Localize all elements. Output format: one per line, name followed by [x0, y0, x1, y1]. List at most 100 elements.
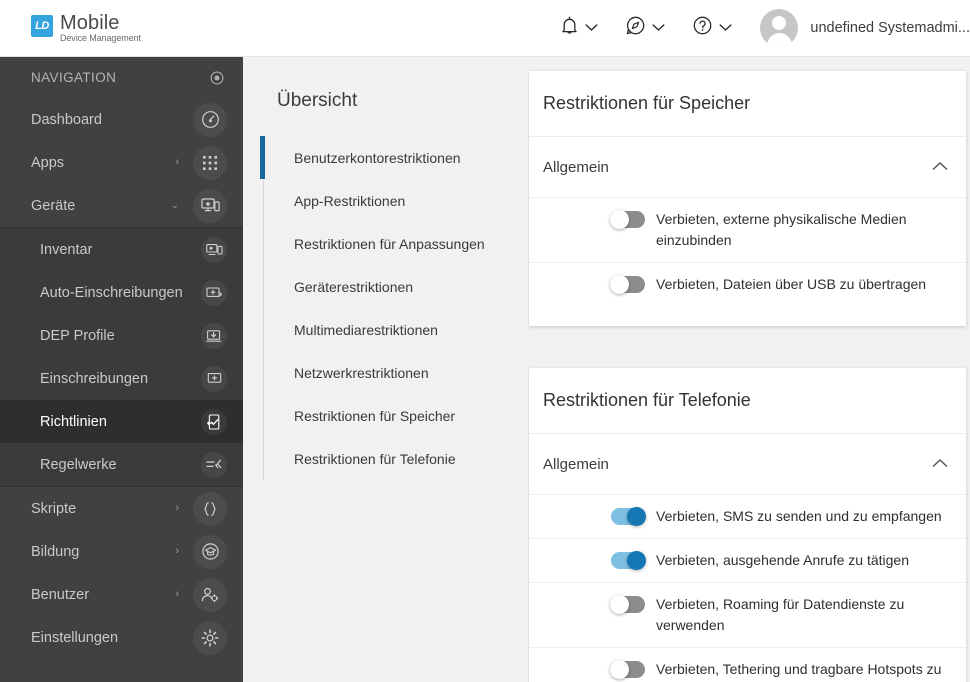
sidebar-item-label: Dashboard [31, 111, 102, 128]
overview-item-netzwerkrestriktionen[interactable]: Netzwerkrestriktionen [264, 351, 528, 394]
sidebar-item-regelwerke[interactable]: Regelwerke [0, 443, 243, 486]
rules-x-icon [201, 451, 227, 478]
brand-subtitle: Device Management [60, 33, 141, 43]
toggle-label: Verbieten, SMS zu senden und zu empfange… [656, 508, 942, 524]
toggle-label: Verbieten, Roaming für Datendienste zu v… [656, 596, 905, 633]
monitor-plus-arrow-icon [201, 279, 227, 306]
group-header-allgemein[interactable]: Allgemein [529, 137, 966, 197]
brand-mark-icon: LD [31, 15, 53, 37]
toggle-knob [627, 507, 646, 526]
toggle-row[interactable]: Verbieten, externe physikalische Medien … [529, 197, 966, 262]
app-root: LD Mobile Device Management undefined Sy… [0, 0, 970, 682]
chevron-down-icon [652, 19, 665, 37]
chevron-right-icon: › [175, 588, 179, 600]
sidebar-item-label: Einstellungen [31, 629, 119, 646]
toggle-row[interactable]: Verbieten, Tethering und tragbare Hotspo… [529, 647, 966, 682]
help-button[interactable] [679, 0, 746, 56]
brand-text: Mobile Device Management [60, 13, 141, 43]
toggle-usb-dateien[interactable] [610, 275, 645, 294]
chevron-up-icon[interactable] [932, 158, 948, 176]
group-title: Allgemein [543, 455, 609, 473]
toggle-row[interactable]: Verbieten, SMS zu senden und zu empfange… [529, 494, 966, 538]
chevron-right-icon: › [175, 545, 179, 557]
top-header: LD Mobile Device Management undefined Sy… [0, 0, 970, 57]
gear-icon [193, 620, 227, 655]
card-title: Restriktionen für Speicher [543, 93, 751, 113]
policy-check-icon [201, 408, 227, 435]
chevron-down-icon [585, 19, 598, 37]
sidebar-item-auto-einschreibungen[interactable]: Auto-Einschreibungen [0, 271, 243, 314]
card-header: Restriktionen für Telefonie [529, 368, 966, 434]
card-footer-spacer [529, 306, 966, 326]
monitor-plus-icon [201, 365, 227, 392]
group-header-allgemein[interactable]: Allgemein [529, 434, 966, 494]
chevron-down-icon [719, 19, 732, 37]
sidebar-item-label: Auto-Einschreibungen [40, 284, 183, 301]
user-gear-icon [193, 577, 227, 612]
toggle-roaming[interactable] [610, 595, 645, 614]
sidebar-item-richtlinien[interactable]: Richtlinien [0, 400, 243, 443]
toggle-label: Verbieten, externe physikalische Medien … [656, 211, 907, 248]
sidebar-item-label: Richtlinien [40, 413, 107, 430]
overview-item-telefonie[interactable]: Restriktionen für Telefonie [264, 437, 528, 480]
sidebar-item-label: Einschreibungen [40, 370, 149, 387]
sidebar-item-label: Bildung [31, 543, 80, 560]
sidebar-item-benutzer[interactable]: Benutzer › [0, 573, 243, 616]
sidebar-item-dashboard[interactable]: Dashboard [0, 98, 243, 141]
sidebar-item-bildung[interactable]: Bildung › [0, 530, 243, 573]
notifications-button[interactable] [547, 0, 612, 56]
sidebar-item-label: Regelwerke [40, 456, 117, 473]
overview-item-geraeterestriktionen[interactable]: Geräterestriktionen [264, 265, 528, 308]
sidebar-navigation: NAVIGATION Dashboard Apps › Geräte ⌄ Inv… [0, 57, 243, 682]
sidebar-item-geraete[interactable]: Geräte ⌄ [0, 184, 243, 227]
overview-item-anpassungen[interactable]: Restriktionen für Anpassungen [264, 222, 528, 265]
toggle-label: Verbieten, ausgehende Anrufe zu tätigen [656, 552, 909, 568]
overview-item-multimediarestriktionen[interactable]: Multimediarestriktionen [264, 308, 528, 351]
messages-button[interactable] [612, 0, 679, 56]
chevron-up-icon[interactable] [932, 455, 948, 473]
sidebar-item-apps[interactable]: Apps › [0, 141, 243, 184]
toggle-externe-medien[interactable] [610, 210, 645, 229]
toggle-knob [610, 275, 629, 294]
sidebar-item-label: Geräte [31, 197, 76, 214]
overview-item-speicher[interactable]: Restriktionen für Speicher [264, 394, 528, 437]
graduation-cap-icon [193, 534, 227, 569]
toggle-tethering[interactable] [610, 660, 645, 679]
toggle-ausgehende-anrufe[interactable] [611, 551, 646, 570]
sidebar-item-label: Apps [31, 154, 65, 171]
monitor-download-icon [201, 322, 227, 349]
sidebar-group-top: NAVIGATION Dashboard Apps › Geräte ⌄ [0, 57, 243, 227]
header-actions: undefined Systemadmi... [547, 0, 970, 56]
chevron-right-icon: › [175, 156, 179, 168]
sidebar-item-einschreibungen[interactable]: Einschreibungen [0, 357, 243, 400]
card-header: Restriktionen für Speicher [529, 71, 966, 137]
bell-icon [561, 16, 578, 40]
page-title: Übersicht [277, 90, 358, 111]
sidebar-item-einstellungen[interactable]: Einstellungen [0, 616, 243, 659]
card-restriktionen-speicher: Restriktionen für Speicher Allgemein Ver… [529, 71, 966, 326]
sidebar-group-geraete-children: Inventar Auto-Einschreibungen DEP Profil… [0, 227, 243, 487]
sidebar-item-label: Inventar [40, 241, 93, 258]
brand-title: Mobile [60, 12, 120, 34]
group-title: Allgemein [543, 158, 609, 176]
sidebar-item-inventar[interactable]: Inventar [0, 228, 243, 271]
grid-apps-icon [193, 145, 227, 180]
user-name-label: undefined Systemadmi... [810, 20, 970, 36]
monitor-device-icon [201, 236, 227, 263]
toggle-row[interactable]: Verbieten, Dateien über USB zu übertrage… [529, 262, 966, 306]
sidebar-item-skripte[interactable]: Skripte › [0, 487, 243, 530]
brand-logo[interactable]: LD Mobile Device Management [31, 13, 141, 43]
overview-item-app-restriktionen[interactable]: App-Restriktionen [264, 179, 528, 222]
overview-item-benutzerkontorestriktionen[interactable]: Benutzerkontorestriktionen [260, 136, 528, 179]
devices-star-icon [193, 188, 227, 223]
braces-icon [193, 491, 227, 526]
sidebar-item-label: Benutzer [31, 586, 90, 603]
toggle-sms[interactable] [611, 507, 646, 526]
sidebar-item-dep-profile[interactable]: DEP Profile [0, 314, 243, 357]
toggle-knob [610, 210, 629, 229]
user-menu[interactable]: undefined Systemadmi... [746, 0, 970, 56]
chevron-right-icon: › [175, 502, 179, 514]
sidebar-section-navigation: NAVIGATION [0, 57, 243, 98]
toggle-row[interactable]: Verbieten, ausgehende Anrufe zu tätigen [529, 538, 966, 582]
toggle-row[interactable]: Verbieten, Roaming für Datendienste zu v… [529, 582, 966, 647]
